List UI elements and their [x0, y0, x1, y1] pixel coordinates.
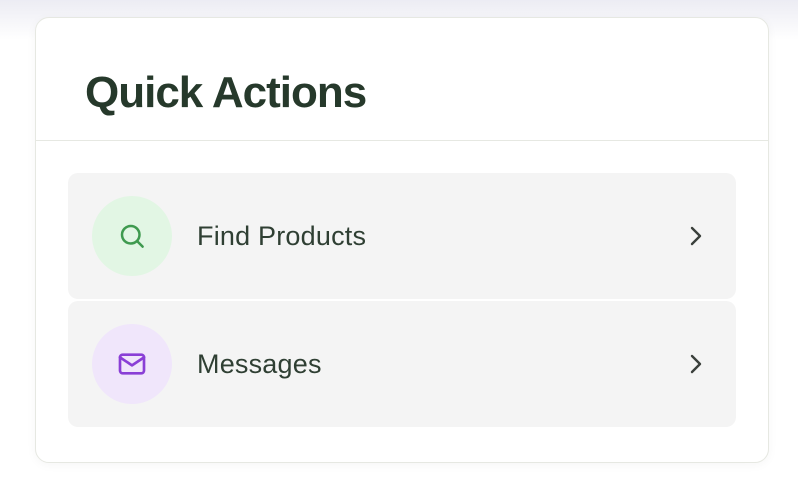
action-list: Find Products Messages — [36, 141, 768, 427]
messages-label: Messages — [197, 348, 322, 379]
search-icon — [120, 224, 144, 248]
mail-icon — [118, 353, 146, 375]
quick-actions-card: Quick Actions Find Products Messages — [35, 17, 769, 463]
find-products-button[interactable]: Find Products — [68, 173, 736, 299]
card-header: Quick Actions — [36, 18, 768, 141]
chevron-right-icon — [686, 223, 706, 249]
find-products-icon-circle — [92, 196, 172, 276]
chevron-right-icon — [686, 351, 706, 377]
find-products-label: Find Products — [197, 220, 367, 251]
messages-button[interactable]: Messages — [68, 301, 736, 427]
card-title: Quick Actions — [85, 68, 367, 117]
messages-icon-circle — [92, 324, 172, 404]
